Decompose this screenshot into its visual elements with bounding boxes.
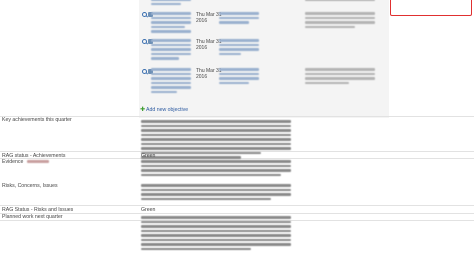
objective-year: 2016 — [196, 74, 208, 80]
add-objective-label: Add new objective — [146, 107, 189, 113]
objective-row-partial — [139, 0, 389, 6]
objectives-panel: Thu Mar 31 2016 Thu Mar 31 2016 Thu Mar … — [139, 0, 389, 118]
evidence-label: Evidence — [2, 159, 49, 165]
plus-icon: ✚ — [140, 106, 146, 113]
risks-label: Risks, Concerns, Issues — [2, 183, 58, 189]
rag-achievements-value: Green — [141, 153, 156, 159]
planned-work-content — [141, 216, 291, 252]
view-icon[interactable] — [142, 69, 147, 74]
row-divider — [0, 213, 474, 214]
risks-content — [141, 184, 291, 202]
planned-work-label: Planned work next quarter — [2, 214, 63, 220]
view-icon[interactable] — [142, 12, 147, 17]
rag-risks-value: Green — [141, 207, 156, 213]
objective-row: Thu Mar 31 2016 — [139, 12, 389, 38]
evidence-content — [141, 160, 291, 178]
objective-year: 2016 — [196, 18, 208, 24]
row-divider — [0, 205, 474, 206]
view-icon[interactable] — [142, 39, 147, 44]
objective-row: Thu Mar 31 2016 — [139, 68, 389, 104]
rag-risks-label: RAG Status - Risks and Issues — [2, 207, 74, 213]
objective-year: 2016 — [196, 45, 208, 51]
key-achievements-label: Key achievements this quarter — [2, 117, 72, 123]
highlight-box — [390, 0, 472, 16]
add-objective-link[interactable]: ✚ Add new objective — [140, 106, 189, 114]
objective-row: Thu Mar 31 2016 — [139, 39, 389, 65]
key-achievements-content — [141, 120, 291, 161]
